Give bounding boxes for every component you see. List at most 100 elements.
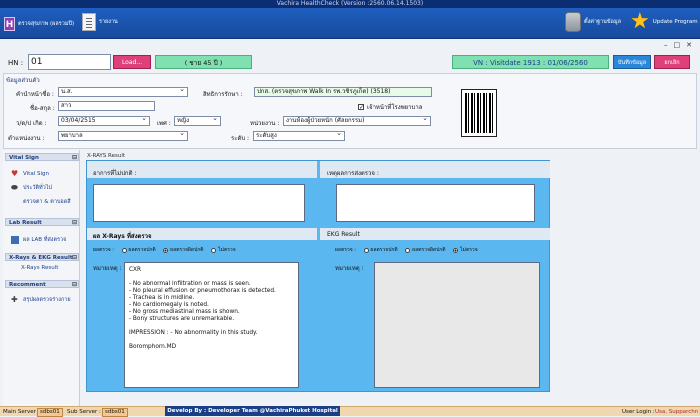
collapse-icon[interactable]: ⊟ <box>72 281 77 289</box>
sidebar-header-xray[interactable]: X-Rays & EKG Result ⊟ <box>5 253 79 261</box>
xray-note-label: หมายเหตุ : <box>93 265 122 272</box>
prefix-value: น.ส. <box>61 88 73 95</box>
radio-xray-normal[interactable] <box>121 247 127 253</box>
report-label: รายงาน <box>99 19 118 25</box>
collapse-icon[interactable]: ⊟ <box>72 154 77 162</box>
status-bar: Main Server : sdbs01 Sub Server : sdbs01… <box>0 406 700 417</box>
update-program-label: Update Program <box>652 19 698 25</box>
cancel-button[interactable]: ยกเลิก <box>654 55 690 69</box>
pill-icon: ⬬ <box>11 183 18 192</box>
sidebar-item-label: X-Rays Result <box>21 265 59 271</box>
load-button[interactable]: Load... <box>113 55 151 69</box>
sex-select[interactable]: หญิง <box>174 114 221 126</box>
star-icon: ★ <box>630 9 650 34</box>
staff-checkbox-label: เจ้าหน้าที่โรงพยาบาล <box>367 104 423 111</box>
ekg-note-text[interactable] <box>374 262 540 388</box>
unit-select[interactable]: งานห้องผู้ป่วยหนัก (ศัลยกรรม) <box>283 114 431 126</box>
sex-value: หญิง <box>177 117 189 124</box>
xray-panel: อาการที่ไม่ปกติ : เหตุผลการส่งตรวจ : ผล … <box>86 160 550 392</box>
ekg-result-title: EKG Result <box>327 231 360 238</box>
patient-section-title: ข้อมูลส่วนตัว <box>6 77 40 84</box>
visit-display: VN : Visitdate 1913 : 01/06/2560 <box>452 55 609 69</box>
save-button[interactable]: บันทึกข้อมูล <box>613 55 651 69</box>
name-field[interactable]: สาว <box>58 101 155 111</box>
xray-report-text[interactable]: CXR - No abnormal infiltration or mass i… <box>124 262 299 388</box>
sidebar-item-lab[interactable]: ผล LAB ที่ส่งตรวจ <box>11 236 66 244</box>
sidebar-item-eye-exam[interactable]: ตรวจตา & ตาบอดสี <box>11 198 71 206</box>
heart-pulse-icon: ♥ <box>11 169 19 178</box>
window-controls[interactable]: –□✕ <box>664 41 698 49</box>
age-sex-display: ( ชาย 45 ปี ) <box>155 55 252 69</box>
sidebar-header-vital[interactable]: Vital Sign ⊟ <box>5 153 79 161</box>
name-label: ชื่อ-สกุล : <box>30 105 55 112</box>
radio-ekg-none[interactable] <box>453 247 459 253</box>
dob-label: ว/ด/ป เกิด : <box>16 120 47 127</box>
radio-label: ไม่ตรวจ <box>218 247 236 253</box>
staff-checkbox[interactable]: ✓ เจ้าหน้าที่โรงพยาบาล <box>358 102 422 112</box>
extra-textarea[interactable] <box>336 184 535 222</box>
app-home-label: ตรวจสุขภาพ (ผลรวมปี) <box>18 21 75 27</box>
xray-result-radios: ผลตรวจ : ผลตรวจปกติ ผลตรวจผิดปกติ ไม่ตรว… <box>93 246 242 254</box>
sidebar-header-recommend-label: Recomment <box>9 282 46 288</box>
prefix-label: คำนำหน้าชื่อ : <box>16 91 54 98</box>
radio-label: ผลตรวจผิดปกติ <box>412 247 446 253</box>
sidebar-header-lab[interactable]: Lab Result ⊟ <box>5 218 79 226</box>
ekg-note-label: หมายเหตุ : <box>335 265 364 272</box>
radio-xray-none[interactable] <box>211 247 217 253</box>
radio-ekg-abnormal[interactable] <box>405 247 411 253</box>
sidebar-header-recommend[interactable]: Recomment ⊟ <box>5 280 79 288</box>
level-label: ระดับ : <box>231 135 250 142</box>
position-value: พยาบาล <box>61 132 83 139</box>
collapse-icon[interactable]: ⊟ <box>72 219 77 227</box>
xray-result-title: ผล X-Rays ที่ส่งตรวจ <box>93 233 152 240</box>
qr-code-image <box>461 89 497 137</box>
close-icon[interactable]: ✕ <box>686 41 698 49</box>
sidebar-item-label: ตรวจตา & ตาบอดสี <box>23 199 71 205</box>
rights-label: สิทธิการรักษา : <box>203 91 243 98</box>
dob-picker[interactable]: 03/04/2515 <box>58 114 150 126</box>
radio-label: ไม่ตรวจ <box>460 247 478 253</box>
radio-ekg-normal[interactable] <box>363 247 369 253</box>
prefix-select[interactable]: น.ส. <box>58 85 188 97</box>
sidebar-item-xray[interactable]: X-Rays Result <box>21 265 58 271</box>
level-select[interactable]: ระดับสูง <box>253 129 345 141</box>
sidebar-item-vital-sign[interactable]: ♥ Vital Sign <box>11 170 49 178</box>
rights-field[interactable]: ปกส. (ตรวจสุขภาพ Walk In รพ.วชิรภูเก็ต) … <box>254 87 432 97</box>
hn-label: HN : <box>8 59 24 67</box>
checkbox-checked-icon: ✓ <box>358 104 365 111</box>
eye-icon <box>11 198 19 206</box>
database-icon <box>565 12 581 32</box>
report-button[interactable]: รายงาน <box>82 13 118 31</box>
sidebar-item-label: สรุปผลตรวจร่างกาย <box>23 297 71 303</box>
ekg-result-radios: ผลตรวจ : ผลตรวจปกติ ผลตรวจผิดปกติ ไม่ตรว… <box>335 246 484 254</box>
sidebar-item-history[interactable]: ⬬ ประวัติทั่วไป <box>11 184 52 192</box>
extra-label: เหตุผลการส่งตรวจ : <box>327 170 379 177</box>
developer-credit: Develop By : Developer Team @VachiraPhuk… <box>165 406 340 416</box>
position-select[interactable]: พยาบาล <box>58 129 188 141</box>
collapse-icon[interactable]: ⊟ <box>72 254 77 262</box>
db-settings-button[interactable]: ตั้งค่าฐานข้อมูล <box>565 12 621 32</box>
hn-input[interactable]: 01 <box>28 54 111 70</box>
radio-label: ผลตรวจปกติ <box>370 247 398 253</box>
window-title: Vachira HealthCheck (Version :2560.06.14… <box>0 0 700 8</box>
maximize-icon[interactable]: □ <box>674 41 687 49</box>
sidebar-header-vital-label: Vital Sign <box>9 155 39 161</box>
level-value: ระดับสูง <box>256 132 277 139</box>
sidebar-header-lab-label: Lab Result <box>9 220 42 226</box>
radio-xray-abnormal[interactable] <box>163 247 169 253</box>
h-logo-icon: H <box>4 17 15 31</box>
xray-result-label: ผลตรวจ : <box>93 247 114 253</box>
update-program-button[interactable]: ★ Update Program <box>630 9 698 34</box>
minimize-icon[interactable]: – <box>664 41 674 49</box>
sidebar-item-summary[interactable]: ✚ สรุปผลตรวจร่างกาย <box>11 296 71 304</box>
sidebar-item-label: Vital Sign <box>23 171 49 177</box>
history-textarea[interactable] <box>93 184 305 222</box>
stethoscope-icon: ✚ <box>11 295 18 304</box>
ribbon: H ตรวจสุขภาพ (ผลรวมปี) รายงาน ตั้งค่าฐาน… <box>0 8 700 39</box>
app-home-button[interactable]: H ตรวจสุขภาพ (ผลรวมปี) <box>4 17 74 31</box>
dob-value: 03/04/2515 <box>61 117 96 124</box>
radio-label: ผลตรวจปกติ <box>128 247 156 253</box>
position-label: ตำแหน่งงาน : <box>8 135 45 142</box>
ekg-result-label: ผลตรวจ : <box>335 247 356 253</box>
radio-label: ผลตรวจผิดปกติ <box>170 247 204 253</box>
